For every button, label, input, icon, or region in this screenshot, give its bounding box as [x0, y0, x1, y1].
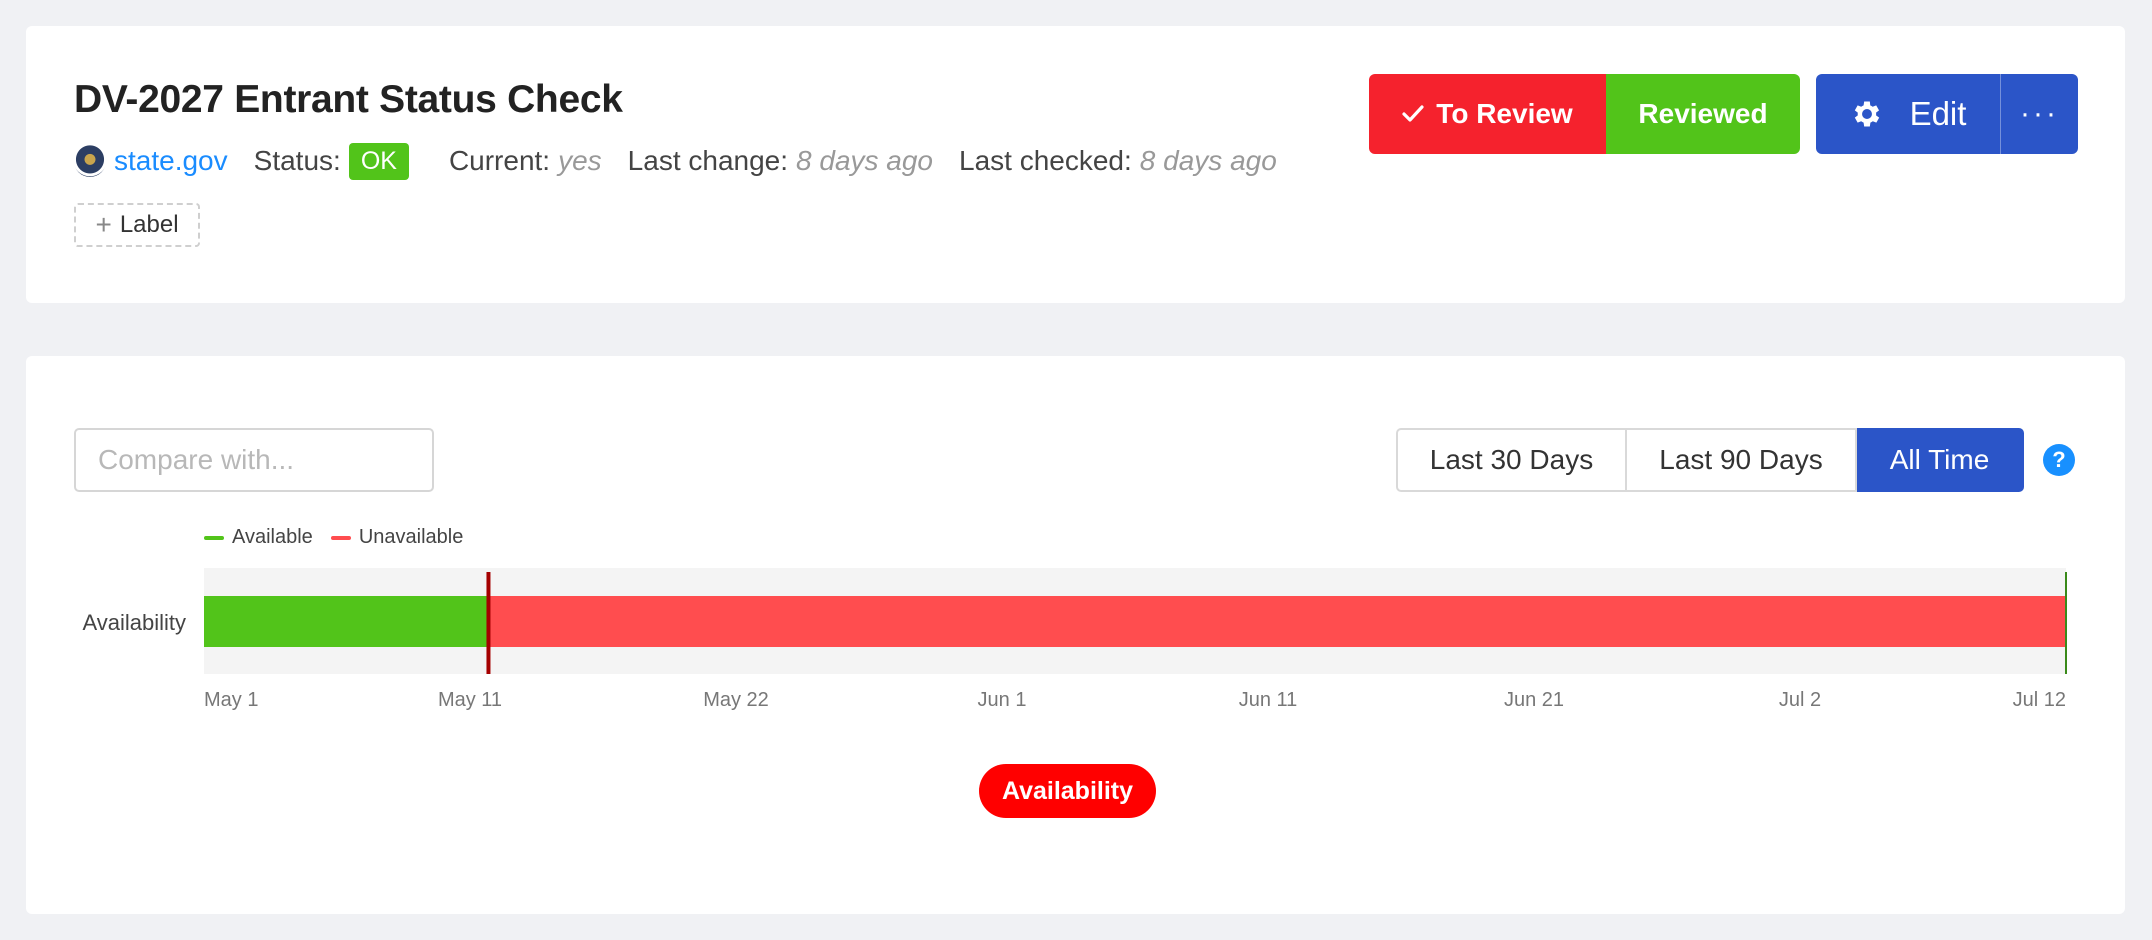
reviewed-label: Reviewed	[1638, 98, 1768, 129]
status-badge: OK	[348, 142, 409, 180]
header-card: DV-2027 Entrant Status Check state.gov S…	[26, 26, 2125, 303]
current-label: Current:	[448, 145, 551, 176]
reviewed-button[interactable]: Reviewed	[1606, 74, 1800, 154]
current-value: yes	[558, 145, 602, 176]
x-tick-label: May 11	[438, 689, 502, 711]
more-options-button[interactable]: ···	[2000, 74, 2078, 154]
x-tick-label: Jul 12	[2013, 689, 2066, 711]
page-title: DV-2027 Entrant Status Check	[74, 78, 623, 121]
availability-toggle-button[interactable]: Availability	[979, 764, 1156, 818]
meta-row: state.gov Status: OK Current: yes Last c…	[74, 140, 1303, 182]
gear-icon	[1854, 101, 1879, 127]
availability-segment-unavailable	[488, 596, 2067, 647]
to-review-label: To Review	[1436, 98, 1573, 129]
x-tick-label: Jun 1	[978, 689, 1027, 711]
availability-chart: Availability May 1 May 11 May 22 Jun 1 Jun 11…	[82, 568, 2067, 711]
x-tick-label: May 1	[204, 689, 258, 711]
last-checked-value: 8 days ago	[1139, 145, 1277, 176]
review-button-group: To Review Reviewed	[1369, 74, 1800, 154]
x-tick-label: Jul 2	[1779, 689, 1821, 711]
to-review-button[interactable]: To Review	[1369, 74, 1606, 154]
add-label-button[interactable]: + Label	[74, 203, 200, 247]
last-change-value: 8 days ago	[796, 145, 934, 176]
x-tick-label: Jun 21	[1504, 689, 1564, 711]
last-checked-label: Last checked:	[959, 145, 1132, 176]
availability-card: Last 30 Days Last 90 Days All Time ? Ava…	[26, 356, 2125, 914]
last-change-label: Last change:	[627, 145, 789, 176]
y-axis-label: Availability	[82, 610, 186, 635]
checkmark-icon	[1402, 105, 1424, 122]
availability-segment-available	[204, 596, 489, 647]
edit-button-group: Edit ···	[1816, 74, 2078, 154]
state-seal-icon	[74, 145, 106, 177]
x-tick-label: Jun 11	[1239, 689, 1298, 711]
plus-icon: +	[95, 209, 112, 240]
edit-label: Edit	[1909, 95, 1967, 132]
edit-button[interactable]: Edit	[1816, 74, 2000, 154]
site-link[interactable]: state.gov	[114, 145, 228, 177]
add-label-text: Label	[119, 211, 179, 238]
x-tick-label: May 22	[703, 689, 769, 711]
status-label: Status:	[253, 145, 341, 176]
